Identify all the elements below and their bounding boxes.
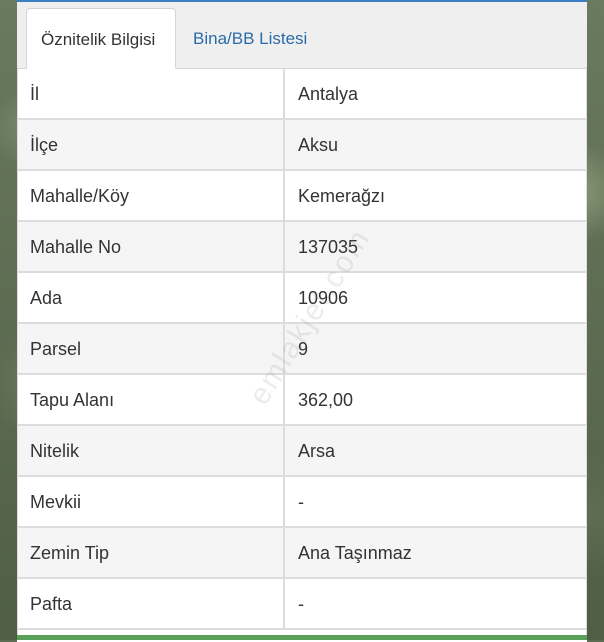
row-value: Kemerağzı [298,186,386,206]
row-value: Arsa [298,441,336,461]
bottom-accent-bar [17,635,587,640]
row-key: Ada [17,273,285,322]
attribute-table: İl Antalya İlçe Aksu Mahalle/Köy Kemerağ… [17,69,587,630]
table-right-border [586,67,587,640]
row-key: Pafta [17,579,285,628]
row-key: Tapu Alanı [17,375,285,424]
row-value: - [298,594,304,614]
table-row: İlçe Aksu [17,120,587,171]
row-key: İl [17,69,285,118]
table-row: Zemin Tip Ana Taşınmaz [17,528,587,579]
row-key: Parsel [17,324,285,373]
table-row: Ada 10906 [17,273,587,324]
table-row: Pafta - [17,579,587,630]
row-key: Nitelik [17,426,285,475]
row-value: Ana Taşınmaz [298,543,412,563]
tab-building-list[interactable]: Bina/BB Listesi [179,8,321,69]
table-row: Mahalle/Köy Kemerağzı [17,171,587,222]
table-left-border [17,67,18,640]
row-key: Mahalle No [17,222,285,271]
table-row: Mahalle No 137035 [17,222,587,273]
row-value: 9 [298,339,309,359]
row-key: İlçe [17,120,285,169]
table-row: İl Antalya [17,69,587,120]
attribute-panel: Öznitelik Bilgisi Bina/BB Listesi İl Ant… [17,0,587,642]
row-key: Zemin Tip [17,528,285,577]
table-row: Mevkii - [17,477,587,528]
row-value: 362,00 [298,390,354,410]
row-value: Antalya [298,84,359,104]
row-value: Aksu [298,135,339,155]
row-value: 137035 [298,237,359,257]
row-key: Mahalle/Köy [17,171,285,220]
table-row: Nitelik Arsa [17,426,587,477]
row-value: - [298,492,304,512]
row-key: Mevkii [17,477,285,526]
tab-bar: Öznitelik Bilgisi Bina/BB Listesi [17,2,587,69]
table-row: Parsel 9 [17,324,587,375]
tab-attribute-info[interactable]: Öznitelik Bilgisi [26,8,176,69]
row-value: 10906 [298,288,349,308]
table-row: Tapu Alanı 362,00 [17,375,587,426]
